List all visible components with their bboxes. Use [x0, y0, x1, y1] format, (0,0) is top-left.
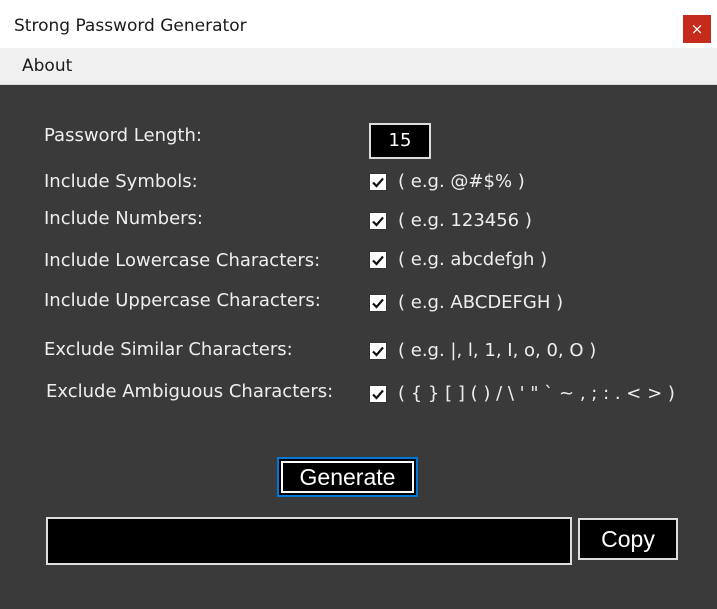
checkmark-icon	[372, 177, 384, 188]
menu-bar: About	[0, 48, 717, 85]
password-length-label: Password Length:	[44, 125, 202, 146]
checkbox-ambiguous[interactable]	[369, 385, 387, 403]
app-window: Strong Password Generator × About Passwo…	[0, 0, 717, 609]
option-label-ambiguous: Exclude Ambiguous Characters:	[46, 381, 334, 402]
checkmark-icon	[372, 255, 384, 266]
checkmark-icon	[372, 346, 384, 357]
copy-button[interactable]: Copy	[578, 518, 678, 560]
option-example-lowercase: ( e.g. abcdefgh )	[398, 249, 548, 270]
option-label-lowercase: Include Lowercase Characters:	[44, 250, 321, 271]
option-label-similar: Exclude Similar Characters:	[44, 339, 293, 360]
checkbox-symbols[interactable]	[369, 173, 387, 191]
option-example-similar: ( e.g. |, l, 1, I, o, 0, O )	[398, 340, 597, 361]
title-bar: Strong Password Generator ×	[0, 0, 717, 48]
menu-item-about[interactable]: About	[22, 56, 72, 76]
checkmark-icon	[372, 216, 384, 227]
close-button[interactable]: ×	[683, 15, 711, 43]
generate-button[interactable]: Generate	[277, 457, 418, 497]
checkmark-icon	[372, 298, 384, 309]
option-example-ambiguous: ( { } [ ] ( ) / \ ' " ` ~ , ; : . < > )	[398, 383, 675, 404]
checkbox-lowercase[interactable]	[369, 251, 387, 269]
option-example-uppercase: ( e.g. ABCDEFGH )	[398, 292, 564, 313]
close-icon: ×	[690, 20, 704, 38]
window-title: Strong Password Generator	[14, 16, 247, 36]
password-length-input[interactable]: 15	[369, 123, 431, 159]
checkbox-similar[interactable]	[369, 342, 387, 360]
checkbox-uppercase[interactable]	[369, 294, 387, 312]
password-output-field[interactable]	[46, 517, 572, 565]
option-label-symbols: Include Symbols:	[44, 171, 198, 192]
option-label-numbers: Include Numbers:	[44, 208, 203, 229]
main-panel: Password Length: 15 Include Symbols: ( e…	[0, 85, 717, 609]
generate-button-label: Generate	[281, 461, 414, 493]
option-example-symbols: ( e.g. @#$% )	[398, 171, 525, 192]
option-example-numbers: ( e.g. 123456 )	[398, 210, 532, 231]
checkmark-icon	[372, 389, 384, 400]
option-label-uppercase: Include Uppercase Characters:	[44, 290, 321, 311]
checkbox-numbers[interactable]	[369, 212, 387, 230]
